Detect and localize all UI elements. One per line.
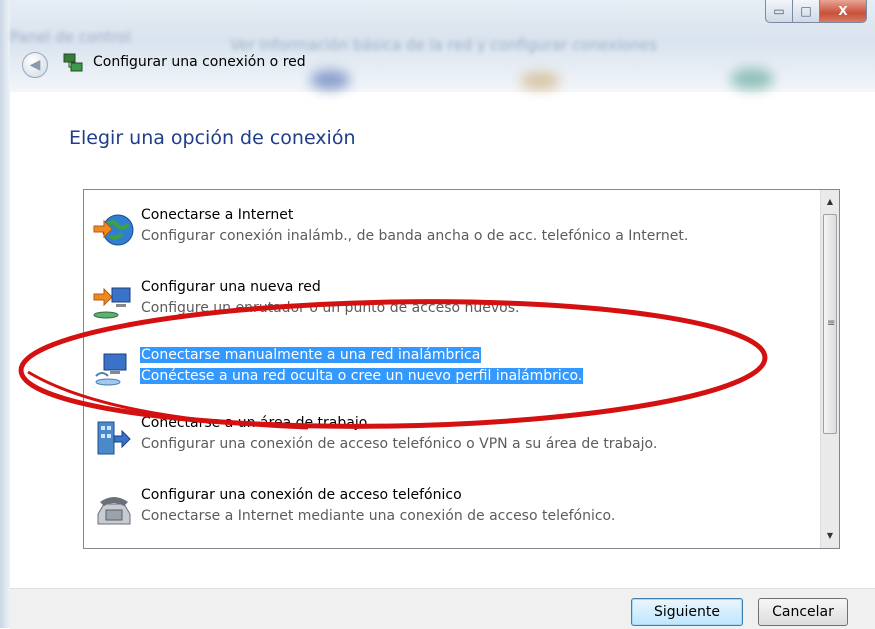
caption-buttons: ▭ □ X bbox=[765, 0, 867, 23]
option-dialup[interactable]: Configurar una conexión de acceso telefó… bbox=[84, 486, 814, 536]
option-manual-wireless[interactable]: Conectarse manualmente a una red inalámb… bbox=[84, 346, 814, 396]
wireless-network-icon bbox=[95, 353, 127, 386]
option-description: Configurar conexión inalámb., de banda a… bbox=[141, 228, 689, 244]
background-window-text: Panel de control bbox=[10, 28, 131, 46]
connection-options-list[interactable]: Conectarse a Internet Configurar conexió… bbox=[83, 189, 840, 549]
option-title: Configurar una nueva red bbox=[141, 279, 321, 295]
option-new-network[interactable]: Configurar una nueva red Configure un en… bbox=[84, 278, 814, 328]
window-title: Configurar una conexión o red bbox=[93, 54, 306, 70]
background-icon-blur bbox=[310, 70, 350, 90]
option-description: Conectarse a Internet mediante una conex… bbox=[141, 508, 616, 524]
option-title: Conectarse manualmente a una red inalámb… bbox=[140, 347, 482, 363]
dialog-footer bbox=[10, 588, 875, 629]
back-button[interactable]: ◀ bbox=[22, 52, 48, 78]
close-button[interactable]: X bbox=[820, 0, 867, 23]
option-description: Configure un enrutador o un punto de acc… bbox=[141, 300, 520, 316]
background-icon-blur bbox=[730, 68, 774, 90]
background-window-heading: Ver información básica de la red y confi… bbox=[230, 36, 657, 54]
vertical-scrollbar[interactable]: ▲ ≡ ▼ bbox=[820, 190, 839, 548]
option-title: Configurar una conexión de acceso telefó… bbox=[141, 487, 462, 503]
grip-icon: ≡ bbox=[827, 318, 836, 329]
scrollbar-thumb[interactable]: ≡ bbox=[823, 214, 837, 434]
workplace-icon bbox=[97, 421, 131, 455]
scroll-up-button[interactable]: ▲ bbox=[821, 192, 839, 210]
cancel-button[interactable]: Cancelar bbox=[758, 598, 848, 626]
back-arrow-icon: ◀ bbox=[29, 57, 41, 73]
background-icon-blur bbox=[520, 72, 560, 90]
window-left-border bbox=[0, 0, 10, 628]
minimize-icon: ▭ bbox=[773, 4, 785, 18]
maximize-button[interactable]: □ bbox=[793, 0, 820, 23]
new-network-icon bbox=[93, 287, 131, 319]
option-description: Conéctese a una red oculta o cree un nue… bbox=[140, 368, 584, 384]
maximize-icon: □ bbox=[800, 4, 812, 18]
title-bar: Panel de control Ver información básica … bbox=[10, 0, 875, 92]
telephone-icon bbox=[97, 497, 131, 525]
close-icon: X bbox=[838, 4, 848, 18]
option-workplace[interactable]: Conectarse a un área de trabajo Configur… bbox=[84, 414, 814, 464]
option-title: Conectarse a un área de trabajo bbox=[141, 415, 368, 431]
scroll-down-button[interactable]: ▼ bbox=[821, 526, 839, 544]
chevron-up-icon: ▲ bbox=[826, 196, 834, 206]
option-connect-internet[interactable]: Conectarse a Internet Configurar conexió… bbox=[84, 206, 814, 256]
globe-icon bbox=[93, 214, 134, 246]
network-connection-icon bbox=[63, 53, 83, 72]
page-heading: Elegir una opción de conexión bbox=[69, 127, 356, 149]
chevron-down-icon: ▼ bbox=[826, 530, 834, 540]
next-button[interactable]: Siguiente bbox=[631, 598, 743, 626]
option-title: Conectarse a Internet bbox=[141, 207, 294, 223]
option-description: Configurar una conexión de acceso telefó… bbox=[141, 436, 658, 452]
minimize-button[interactable]: ▭ bbox=[765, 0, 793, 23]
